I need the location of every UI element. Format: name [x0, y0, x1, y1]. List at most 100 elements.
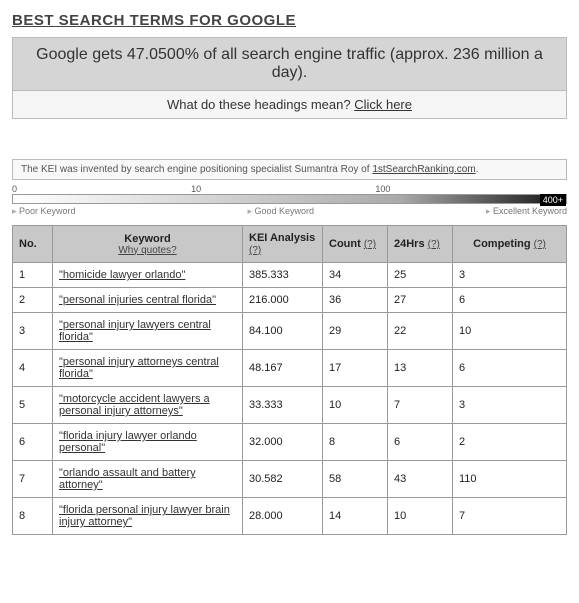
cell-no: 5: [13, 387, 53, 424]
cell-no: 1: [13, 263, 53, 288]
table-header-row: No. Keyword Why quotes? KEI Analysis (?)…: [13, 226, 567, 263]
traffic-banner: Google gets 47.0500% of all search engin…: [12, 37, 567, 119]
cell-competing: 110: [453, 461, 567, 498]
cell-no: 7: [13, 461, 53, 498]
cell-keyword: "orlando assault and battery attorney": [53, 461, 243, 498]
cell-keyword: "motorcycle accident lawyers a personal …: [53, 387, 243, 424]
scale-label-good: Good Keyword: [247, 206, 314, 217]
col-header-kei: KEI Analysis (?): [243, 226, 323, 263]
cell-24hrs: 6: [388, 424, 453, 461]
cell-keyword: "florida personal injury lawyer brain in…: [53, 498, 243, 535]
cell-count: 36: [323, 288, 388, 313]
keyword-link[interactable]: "florida injury lawyer orlando personal": [59, 430, 197, 454]
cell-24hrs: 43: [388, 461, 453, 498]
cell-no: 2: [13, 288, 53, 313]
col-header-competing-label: Competing: [473, 238, 530, 250]
col-header-keyword-label: Keyword: [124, 233, 170, 245]
col-header-competing: Competing (?): [453, 226, 567, 263]
col-header-24hrs-label: 24Hrs: [394, 238, 425, 250]
cell-competing: 6: [453, 350, 567, 387]
table-row: 7"orlando assault and battery attorney" 3…: [13, 461, 567, 498]
cell-24hrs: 27: [388, 288, 453, 313]
cell-competing: 3: [453, 263, 567, 288]
cell-kei: 385.333: [243, 263, 323, 288]
cell-no: 8: [13, 498, 53, 535]
cell-competing: 3: [453, 387, 567, 424]
cell-24hrs: 25: [388, 263, 453, 288]
cell-no: 4: [13, 350, 53, 387]
table-row: 8"florida personal injury lawyer brain i…: [13, 498, 567, 535]
cell-kei: 48.167: [243, 350, 323, 387]
table-row: 6"florida injury lawyer orlando personal…: [13, 424, 567, 461]
cell-competing: 7: [453, 498, 567, 535]
keyword-link[interactable]: "florida personal injury lawyer brain in…: [59, 504, 230, 528]
scale-gradient-bar: 400+: [12, 194, 567, 204]
cell-keyword: "personal injuries central florida": [53, 288, 243, 313]
scale-tick-0: 0: [12, 184, 17, 194]
count-help-link[interactable]: (?): [364, 239, 376, 250]
cell-no: 6: [13, 424, 53, 461]
cell-keyword: "homicide lawyer orlando": [53, 263, 243, 288]
cell-keyword: "personal injury lawyers central florida…: [53, 313, 243, 350]
cell-keyword: "florida injury lawyer orlando personal": [53, 424, 243, 461]
headings-help-link[interactable]: Click here: [354, 97, 412, 112]
col-header-count: Count (?): [323, 226, 388, 263]
cell-24hrs: 7: [388, 387, 453, 424]
page-title: BEST SEARCH TERMS FOR GOOGLE: [12, 12, 567, 29]
table-row: 3"personal injury lawyers central florid…: [13, 313, 567, 350]
table-row: 2 "personal injuries central florida" 216.…: [13, 288, 567, 313]
cell-competing: 2: [453, 424, 567, 461]
keyword-link[interactable]: "personal injuries central florida": [59, 294, 216, 306]
hrs-help-link[interactable]: (?): [428, 239, 440, 250]
kei-scale: 0 10 100 . 400+ Poor Keyword Good Keywor…: [12, 184, 567, 217]
cell-count: 34: [323, 263, 388, 288]
scale-tick-100: 100: [375, 184, 390, 194]
kei-help-link[interactable]: (?): [249, 245, 261, 256]
cell-24hrs: 13: [388, 350, 453, 387]
keyword-link[interactable]: "homicide lawyer orlando": [59, 269, 185, 281]
keyword-link[interactable]: "personal injury lawyers central florida…: [59, 319, 211, 343]
col-header-no: No.: [13, 226, 53, 263]
scale-tick-400: 400+: [540, 194, 566, 206]
cell-24hrs: 22: [388, 313, 453, 350]
kei-credit-suffix: .: [476, 164, 479, 175]
col-header-kei-label: KEI Analysis: [249, 232, 315, 244]
cell-count: 14: [323, 498, 388, 535]
cell-kei: 32.000: [243, 424, 323, 461]
keywords-table: No. Keyword Why quotes? KEI Analysis (?)…: [12, 225, 567, 535]
cell-count: 29: [323, 313, 388, 350]
cell-kei: 84.100: [243, 313, 323, 350]
table-row: 4"personal injury attorneys central flor…: [13, 350, 567, 387]
table-row: 5"motorcycle accident lawyers a personal…: [13, 387, 567, 424]
cell-kei: 28.000: [243, 498, 323, 535]
kei-credit-link[interactable]: 1stSearchRanking.com: [372, 164, 475, 175]
scale-tick-10: 10: [191, 184, 201, 194]
cell-count: 17: [323, 350, 388, 387]
headings-help: What do these headings mean? Click here: [13, 91, 566, 118]
kei-credit-note: The KEI was invented by search engine po…: [12, 159, 567, 180]
cell-count: 58: [323, 461, 388, 498]
cell-count: 10: [323, 387, 388, 424]
keyword-link[interactable]: "personal injury attorneys central flori…: [59, 356, 219, 380]
cell-kei: 30.582: [243, 461, 323, 498]
keyword-link[interactable]: "motorcycle accident lawyers a personal …: [59, 393, 210, 417]
headings-help-text: What do these headings mean?: [167, 97, 354, 112]
competing-help-link[interactable]: (?): [534, 239, 546, 250]
cell-24hrs: 10: [388, 498, 453, 535]
col-header-24hrs: 24Hrs (?): [388, 226, 453, 263]
cell-competing: 6: [453, 288, 567, 313]
table-row: 1 "homicide lawyer orlando" 385.33334253: [13, 263, 567, 288]
cell-kei: 216.000: [243, 288, 323, 313]
scale-label-poor: Poor Keyword: [12, 206, 76, 217]
cell-no: 3: [13, 313, 53, 350]
col-header-keyword: Keyword Why quotes?: [53, 226, 243, 263]
keyword-link[interactable]: "orlando assault and battery attorney": [59, 467, 196, 491]
cell-competing: 10: [453, 313, 567, 350]
kei-credit-text: The KEI was invented by search engine po…: [21, 164, 372, 175]
scale-label-excellent: Excellent Keyword: [486, 206, 567, 217]
why-quotes-link[interactable]: Why quotes?: [59, 245, 236, 256]
cell-kei: 33.333: [243, 387, 323, 424]
col-header-count-label: Count: [329, 238, 361, 250]
traffic-banner-main: Google gets 47.0500% of all search engin…: [13, 38, 566, 91]
cell-count: 8: [323, 424, 388, 461]
